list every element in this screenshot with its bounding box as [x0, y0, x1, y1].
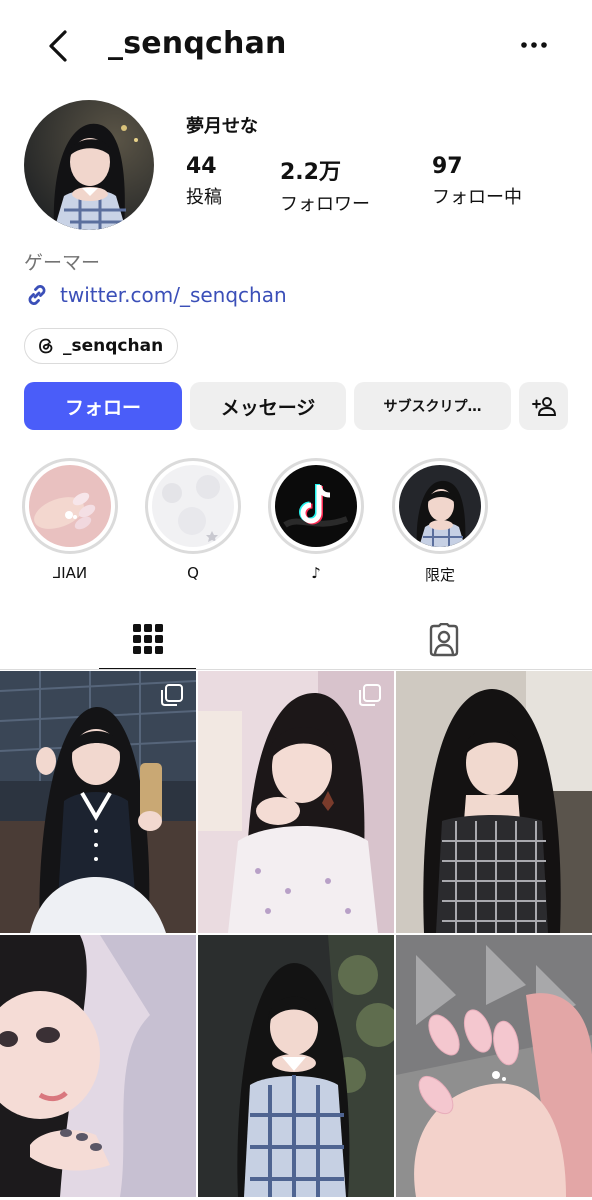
- highlight-nail[interactable]: NAIL: [22, 458, 118, 582]
- link-icon: [28, 285, 46, 305]
- grid-icon: [132, 624, 163, 654]
- posts-grid: [0, 671, 592, 1200]
- highlight-label: NAIL: [52, 564, 88, 582]
- profile-header: _senqchan: [0, 0, 592, 96]
- message-button[interactable]: メッセージ: [190, 382, 346, 430]
- highlight-limited[interactable]: 限定: [392, 458, 488, 585]
- highlight-label: ♪: [311, 564, 321, 582]
- stat-posts-label: 投稿: [186, 187, 222, 208]
- follow-button[interactable]: フォロー: [24, 382, 182, 430]
- highlight-cover-limited: [399, 465, 481, 547]
- multiple-posts-icon: [161, 684, 183, 706]
- highlight-label: 限定: [424, 566, 455, 584]
- threads-icon: [39, 338, 53, 354]
- post-thumbnail[interactable]: [396, 671, 592, 933]
- multiple-posts-icon: [359, 684, 381, 706]
- post-thumbnail[interactable]: [0, 935, 196, 1197]
- threads-handle: _senqchan: [63, 336, 164, 356]
- profile-username: _senqchan: [108, 26, 287, 61]
- tab-divider: [0, 669, 592, 670]
- highlight-ring: [22, 458, 118, 554]
- highlight-label: Q: [187, 564, 199, 582]
- highlight-ring: [145, 458, 241, 554]
- suggested-users-button[interactable]: [519, 382, 568, 430]
- subscribe-button[interactable]: サブスクリプ…: [354, 382, 511, 430]
- stat-posts[interactable]: 44 投稿: [186, 154, 222, 209]
- post-thumbnail[interactable]: [0, 671, 196, 933]
- back-button[interactable]: [40, 26, 76, 66]
- profile-avatar[interactable]: [24, 100, 154, 230]
- highlight-cover-q: [152, 465, 234, 547]
- tab-tagged[interactable]: [395, 610, 492, 670]
- post-thumbnail[interactable]: [198, 671, 394, 933]
- highlight-ring: [392, 458, 488, 554]
- stat-posts-value: 44: [186, 154, 217, 179]
- highlight-ring: [268, 458, 364, 554]
- stat-following-value: 97: [432, 154, 463, 179]
- bio-link[interactable]: twitter.com/_senqchan: [24, 282, 287, 308]
- stat-followers-label: フォロワー: [280, 194, 370, 215]
- highlight-tiktok[interactable]: ♪: [268, 458, 364, 582]
- profile-category: ゲーマー: [24, 252, 101, 274]
- threads-badge[interactable]: _senqchan: [24, 328, 179, 364]
- highlight-q[interactable]: Q: [145, 458, 241, 582]
- stat-followers[interactable]: 2.2万 フォロワー: [280, 154, 370, 216]
- stat-following[interactable]: 97 フォロー中: [432, 154, 522, 209]
- post-thumbnail[interactable]: [198, 935, 394, 1197]
- tab-posts-grid[interactable]: [99, 610, 196, 670]
- bio-link-text: twitter.com/_senqchan: [60, 283, 287, 307]
- display-name: 夢月せな: [186, 116, 258, 137]
- chevron-left-icon: [49, 30, 67, 62]
- stat-followers-value: 2.2万: [280, 160, 341, 185]
- add-user-icon: [531, 397, 556, 416]
- highlight-cover-tiktok: [275, 465, 357, 547]
- highlight-cover-nail: [29, 465, 111, 547]
- stat-following-label: フォロー中: [432, 187, 522, 208]
- post-thumbnail[interactable]: [396, 935, 592, 1197]
- more-options-button[interactable]: [516, 30, 552, 60]
- more-horizontal-icon: [521, 42, 547, 48]
- tagged-user-icon: [429, 623, 458, 657]
- profile-tabs: [0, 610, 592, 670]
